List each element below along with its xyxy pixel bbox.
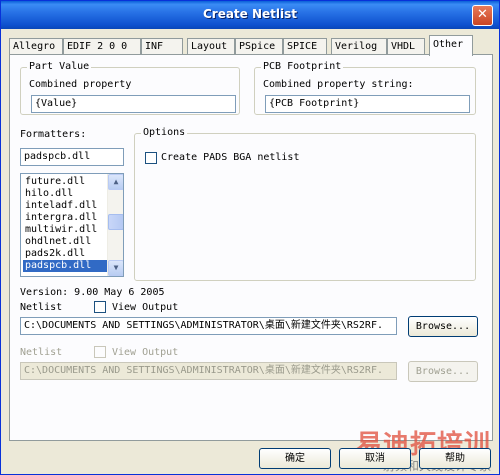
help-button[interactable]: 帮助 xyxy=(419,448,491,469)
part-value-input[interactable]: {Value} xyxy=(31,95,236,113)
tab-spice[interactable]: SPICE xyxy=(283,38,327,55)
ok-button[interactable]: 确定 xyxy=(259,448,331,469)
create-netlist-dialog: Create Netlist ✕ Allegro EDIF 2 0 0 INF … xyxy=(0,0,500,475)
tab-layout[interactable]: Layout xyxy=(187,38,235,55)
tab-allegro[interactable]: Allegro xyxy=(9,38,63,55)
tab-panel-other: Part Value Combined property {Value} PCB… xyxy=(9,54,493,441)
cancel-button[interactable]: 取消 xyxy=(339,448,411,469)
tab-vhdl[interactable]: VHDL xyxy=(387,38,425,55)
combined-property-label: Combined property xyxy=(29,79,132,90)
list-item[interactable]: multiwir.dll xyxy=(23,224,99,236)
scroll-down-icon[interactable]: ▼ xyxy=(108,260,123,276)
scroll-up-icon[interactable]: ▲ xyxy=(108,174,123,190)
close-icon[interactable]: ✕ xyxy=(472,5,493,26)
view-output-checkbox-disabled[interactable] xyxy=(94,346,106,358)
combined-property-string-label: Combined property string: xyxy=(263,79,414,90)
formatters-scrollbar[interactable]: ▲ ▼ xyxy=(107,174,123,276)
formatters-label: Formatters: xyxy=(20,129,87,140)
view-output-label-disabled: View Output xyxy=(112,347,179,358)
options-group-label: Options xyxy=(141,127,188,139)
list-item[interactable]: pads2k.dll xyxy=(23,248,87,260)
formatters-listbox[interactable]: future.dll hilo.dll inteladf.dll intergr… xyxy=(20,173,124,277)
browse-button-disabled[interactable]: Browse... xyxy=(408,361,478,382)
pcb-footprint-group-label: PCB Footprint xyxy=(261,61,344,73)
options-group: Options Create PADS BGA netlist xyxy=(134,127,476,281)
list-item[interactable]: ohdlnet.dll xyxy=(23,236,93,248)
tab-pspice[interactable]: PSpice xyxy=(235,38,283,55)
pads-bga-checkbox[interactable] xyxy=(145,152,157,164)
browse-button[interactable]: Browse... xyxy=(408,316,478,337)
version-text: Version: 9.00 May 6 2005 xyxy=(20,287,165,298)
view-output-checkbox[interactable] xyxy=(94,301,106,313)
pads-bga-label: Create PADS BGA netlist xyxy=(161,152,300,163)
list-item[interactable]: future.dll xyxy=(23,176,87,188)
netlist-label: Netlist xyxy=(20,302,63,313)
tab-inf[interactable]: INF xyxy=(141,38,183,55)
list-item[interactable]: intergra.dll xyxy=(23,212,99,224)
tab-verilog[interactable]: Verilog xyxy=(331,38,387,55)
pcb-footprint-input[interactable]: {PCB Footprint} xyxy=(265,95,470,113)
netlist-path-input[interactable]: C:\DOCUMENTS AND SETTINGS\ADMINISTRATOR\… xyxy=(20,317,397,335)
tab-edif[interactable]: EDIF 2 0 0 xyxy=(63,38,141,55)
button-bar: 确定 取消 帮助 xyxy=(1,441,499,475)
part-value-group: Part Value Combined property {Value} xyxy=(20,61,240,115)
window-title: Create Netlist xyxy=(202,7,298,21)
scroll-thumb[interactable] xyxy=(108,214,123,230)
list-item-selected[interactable]: padspcb.dll xyxy=(23,260,107,272)
netlist-path-input-disabled[interactable]: C:\DOCUMENTS AND SETTINGS\ADMINISTRATOR\… xyxy=(20,362,397,380)
formatter-value-input[interactable]: padspcb.dll xyxy=(20,148,124,166)
part-value-group-label: Part Value xyxy=(27,61,92,73)
list-item[interactable]: inteladf.dll xyxy=(23,200,99,212)
netlist-label-disabled: Netlist xyxy=(20,347,63,358)
list-item[interactable]: hilo.dll xyxy=(23,188,75,200)
pcb-footprint-group: PCB Footprint Combined property string: … xyxy=(254,61,476,115)
tab-other[interactable]: Other xyxy=(429,35,473,56)
view-output-label: View Output xyxy=(112,302,179,313)
title-bar[interactable]: Create Netlist ✕ xyxy=(1,1,499,29)
